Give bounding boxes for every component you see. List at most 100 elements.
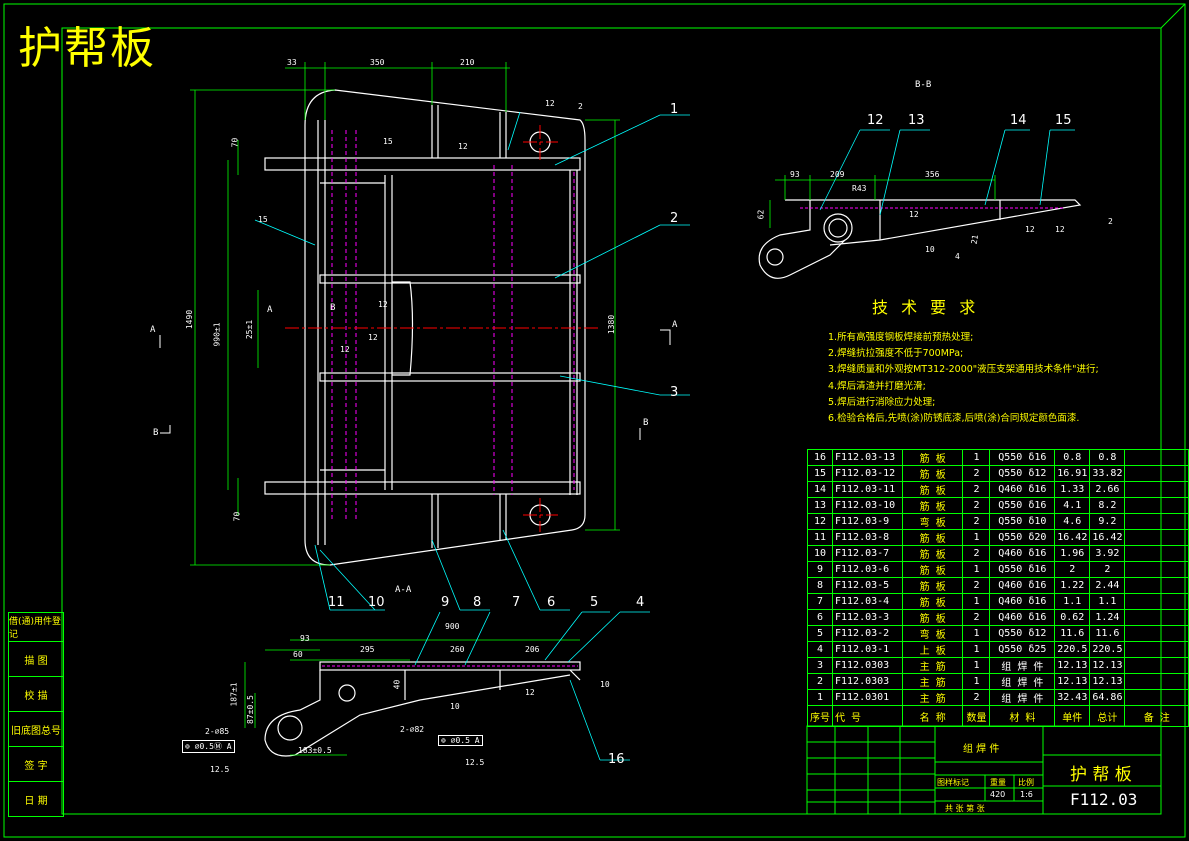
bom-cell: 11 — [807, 529, 833, 546]
bom-cell: Q550 δ16 — [989, 561, 1056, 578]
bom-cell: 筋 板 — [901, 593, 964, 610]
bom-cell — [1124, 545, 1189, 562]
bom-cell: 0.8 — [1054, 449, 1091, 466]
bom-cell: 1.22 — [1054, 577, 1091, 594]
dim-aa-900: 900 — [445, 622, 460, 631]
bom-cell — [1124, 529, 1189, 546]
bom-cell: 1.1 — [1089, 593, 1126, 610]
bom-cell: 组 焊 件 — [989, 673, 1056, 690]
bom-cell: Q550 δ12 — [989, 625, 1056, 642]
callout-14: 14 — [1010, 113, 1027, 128]
bom-row: 10 F112.03-7 筋 板 2 Q460 δ16 1.96 3.92 — [807, 545, 1189, 562]
bom-cell: F112.0303 — [832, 673, 903, 690]
bb-view — [758, 199, 1082, 279]
bom-cell: Q460 δ16 — [989, 609, 1056, 626]
tb-assembly: 组 焊 件 — [963, 744, 1000, 755]
bom-cell: 1 — [962, 641, 991, 658]
bom-cell — [1124, 577, 1189, 594]
bom-cell: 筋 板 — [901, 497, 964, 514]
tech-item: 1.所有高强度钢板焊接前预热处理; — [828, 332, 974, 343]
callout-6: 6 — [547, 595, 556, 610]
bom-cell: 2 — [962, 609, 991, 626]
bom-cell — [1124, 593, 1189, 610]
bom-row: 2 F112.0303 主 筋1组 焊 件 12.13 12.13 — [807, 673, 1189, 690]
bom-cell: 15 — [807, 465, 833, 482]
dim-1490: 1490 — [185, 309, 195, 330]
bom-cell: 筋 板 — [901, 561, 964, 578]
bom-cell: F112.03-8 — [832, 529, 903, 546]
bom-cell: 筋 板 — [901, 609, 964, 626]
tech-item: 4.焊后清渣并打磨光滑; — [828, 380, 926, 392]
callout-10: 10 — [368, 595, 385, 610]
bom-cell: F112.03-12 — [832, 465, 903, 482]
callout-12: 12 — [867, 113, 884, 128]
callout-11: 11 — [328, 595, 345, 610]
side-box-cell: 借(通)用件登记 — [8, 612, 64, 642]
dim-25: 25±1 — [245, 319, 255, 340]
bom-cell: 11.6 — [1054, 625, 1091, 642]
bom-cell: 0.62 — [1054, 609, 1091, 626]
hole-note-2: 2-∅82 — [400, 725, 425, 734]
bom-cell: 主 筋 — [901, 657, 964, 674]
bom-cell: F112.03-10 — [832, 497, 903, 514]
bom-cell: 筋 板 — [901, 545, 964, 562]
bom-cell: Q550 δ10 — [989, 513, 1056, 530]
weld-label-17: 2 — [1108, 217, 1113, 226]
weld-label-12: 12 — [525, 688, 535, 697]
bom-cell: 筋 板 — [901, 577, 964, 594]
bom-cell: 14 — [807, 481, 833, 498]
bom-cell: F112.03-13 — [832, 449, 903, 466]
bom-cell: 16.42 — [1089, 529, 1126, 546]
dim-aa-187: 187±1 — [229, 682, 239, 707]
dim-990: 990±1 — [212, 322, 222, 347]
bom-cell: 2 — [1054, 561, 1091, 578]
section-label-aa: A-A — [395, 585, 412, 595]
bom-row: 11 F112.03-8 筋 板 1 Q550 δ20 16.42 16.42 — [807, 529, 1189, 546]
bom-cell: 2 — [1089, 561, 1126, 578]
callout-9: 9 — [441, 595, 450, 610]
bom-cell: Q460 δ16 — [989, 481, 1056, 498]
weld-label-2: 15 — [383, 137, 393, 146]
bom-cell: 6 — [807, 609, 833, 626]
tolerance-1: ⊚ ∅0.5Ⓜ A — [182, 740, 235, 753]
tb-weight-label: 重量 — [990, 778, 1006, 787]
weld-label-15: 10 — [600, 680, 610, 689]
bom-cell: 3 — [807, 657, 833, 674]
bom-cell: Q550 δ16 — [989, 449, 1056, 466]
bom-cell: 2 — [962, 481, 991, 498]
tb-name: 护 帮 板 — [1070, 765, 1132, 785]
bom-cell: F112.0303 — [832, 657, 903, 674]
tech-requirements-list: 1.所有高强度钢板焊接前预热处理; 2.焊缝抗拉强度不低于700MPa; 3.焊… — [828, 330, 1099, 427]
tb-stage-label: 图样标记 — [937, 778, 969, 787]
tb-code: F112.03 — [1070, 790, 1138, 809]
bom-cell — [1124, 449, 1189, 466]
bom-row: 14 F112.03-11 筋 板 2 Q460 δ16 1.33 2.66 — [807, 481, 1189, 498]
bom-cell: 筋 板 — [901, 481, 964, 498]
bom-row: 15 F112.03-12 筋 板 2 Q550 δ12 16.91 33.82 — [807, 465, 1189, 482]
hole-note-1: 2-∅85 — [205, 727, 230, 736]
section-marker-a-left: A — [150, 325, 156, 335]
bom-cell — [1124, 481, 1189, 498]
dim-bb-62: 62 — [756, 209, 766, 220]
tb-weight: 420 — [990, 790, 1006, 799]
revision-side-box: 借(通)用件登记 描 图 校 描 旧底图总号 签 字 日 期 — [8, 612, 64, 817]
bom-cell: 5 — [807, 625, 833, 642]
roughness-2: 12.5 — [465, 758, 485, 767]
bom-cell — [1124, 497, 1189, 514]
bom-cell: 12.13 — [1054, 657, 1091, 674]
bom-cell: 2 — [962, 513, 991, 530]
bom-cell: 序号 — [807, 705, 833, 727]
tb-sheet: 共 张 第 张 — [945, 804, 985, 813]
bom-cell: 1 — [962, 529, 991, 546]
side-box-cell: 签 字 — [8, 747, 64, 782]
bom-row: 13 F112.03-10 筋 板 2 Q550 δ16 4.1 8.2 — [807, 497, 1189, 514]
bom-row: 7 F112.03-4 筋 板 1 Q460 δ16 1.1 1.1 — [807, 593, 1189, 610]
dimension-lines — [190, 62, 620, 566]
bom-row: 3 F112.0303 主 筋1组 焊 件 12.13 12.13 — [807, 657, 1189, 674]
bom-cell — [1124, 513, 1189, 530]
tolerance-2: ⊚ ∅0.5 A — [438, 735, 483, 746]
bom-row: 5 F112.03-2 弯 板 1 Q550 δ12 11.6 11.6 — [807, 625, 1189, 642]
dim-bb-93: 93 — [790, 170, 800, 179]
bom-cell: 组 焊 件 — [989, 657, 1056, 674]
bom-cell: F112.03-11 — [832, 481, 903, 498]
